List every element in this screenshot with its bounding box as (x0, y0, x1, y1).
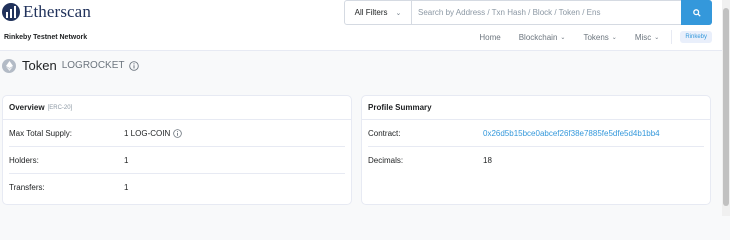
main-nav: Home Blockchain ⌄ Tokens ⌄ Misc ⌄ Rinkeb… (461, 28, 712, 46)
overview-title: Overview (9, 103, 45, 112)
decimals-value: 18 (483, 155, 492, 165)
holders-label: Holders: (9, 155, 39, 165)
token-standard: [ERC-20] (47, 104, 73, 111)
holders-value: 1 (124, 155, 129, 165)
nav-tokens-label: Tokens (583, 32, 609, 42)
search-button[interactable] (681, 0, 712, 25)
max-supply-value: 1 LOG-COIN (124, 128, 171, 138)
etherscan-logo-icon (2, 3, 20, 21)
site-header: Etherscan Rinkeby Testnet Network All Fi… (0, 0, 722, 51)
nav-misc-label: Misc (634, 32, 652, 42)
info-icon[interactable] (128, 60, 139, 71)
filter-label: All Filters (354, 8, 388, 17)
page-title: Token LOGROCKET (2, 58, 139, 73)
profile-row-decimals: Decimals: 18 (368, 147, 704, 173)
scrollbar-thumb[interactable] (723, 8, 729, 206)
ethereum-token-icon (2, 58, 16, 73)
nav-home[interactable]: Home (479, 33, 500, 42)
etherscan-logo[interactable]: Etherscan (2, 2, 91, 22)
nav-home-label: Home (479, 32, 501, 42)
chevron-down-icon: ⌄ (395, 9, 402, 17)
nav-tokens[interactable]: Tokens ⌄ (583, 33, 616, 42)
max-supply-label: Max Total Supply: (9, 128, 72, 138)
token-name: LOGROCKET (61, 60, 125, 71)
search-bar: All Filters ⌄ (344, 0, 712, 25)
logo-text: Etherscan (23, 2, 91, 21)
chevron-down-icon: ⌄ (654, 34, 660, 41)
search-filter-select[interactable]: All Filters ⌄ (345, 1, 412, 24)
profile-summary-title: Profile Summary (368, 103, 432, 112)
nav-misc[interactable]: Misc ⌄ (635, 33, 659, 42)
overview-row-transfers: Transfers: 1 (9, 174, 345, 200)
max-supply-value-wrap: 1 LOG-COIN (124, 128, 183, 138)
profile-summary-header: Profile Summary (362, 96, 710, 120)
chevron-down-icon: ⌄ (611, 34, 617, 41)
token-label: Token (22, 58, 57, 73)
overview-header: Overview [ERC-20] (3, 96, 351, 120)
contract-label: Contract: (368, 128, 401, 138)
overview-row-max-supply: Max Total Supply: 1 LOG-COIN (9, 120, 345, 147)
decimals-label: Decimals: (368, 155, 404, 165)
search-input[interactable] (412, 1, 681, 24)
transfers-label: Transfers: (9, 182, 45, 192)
profile-summary-card: Profile Summary Contract: 0x26d5b15bce0a… (361, 95, 711, 205)
contract-address-link[interactable]: 0x26d5b15bce0abcef26f38e7885fe5dfe5d4b1b… (483, 129, 660, 138)
nav-blockchain[interactable]: Blockchain ⌄ (519, 33, 566, 42)
nav-divider (671, 30, 673, 44)
overview-row-holders: Holders: 1 (9, 147, 345, 174)
profile-row-contract: Contract: 0x26d5b15bce0abcef26f38e7885fe… (368, 120, 704, 147)
info-icon[interactable] (173, 128, 183, 138)
overview-card: Overview [ERC-20] Max Total Supply: 1 LO… (2, 95, 352, 205)
network-switch-button[interactable]: Rinkeby (680, 31, 712, 43)
nav-blockchain-label: Blockchain (518, 32, 558, 42)
transfers-value: 1 (124, 182, 129, 192)
search-icon (692, 8, 701, 17)
network-label: Rinkeby Testnet Network (4, 34, 88, 41)
page-scrollbar[interactable] (722, 0, 730, 216)
chevron-down-icon: ⌄ (560, 34, 566, 41)
